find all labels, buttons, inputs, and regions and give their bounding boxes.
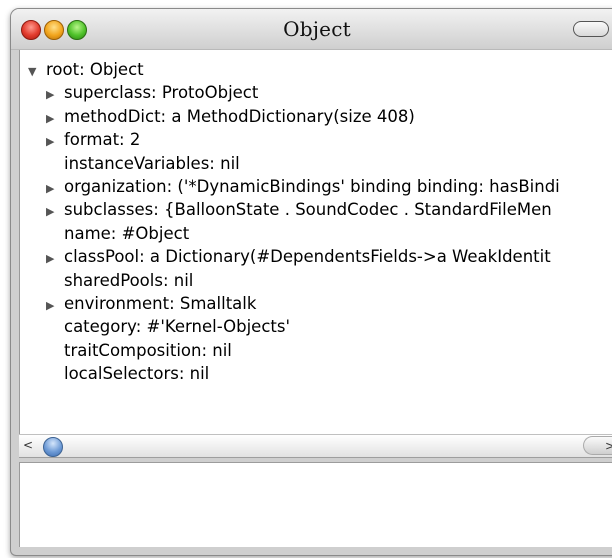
tree-row-label: environment: Smalltalk	[64, 294, 257, 313]
tree-row-label: format: 2	[64, 130, 141, 150]
tree-row[interactable]: instanceVariables: nil	[46, 152, 240, 175]
inspector-window: Object ▼ root: Object ▶ superclass: ProtoOb…	[10, 8, 612, 556]
triangle-right-icon[interactable]: ▶	[46, 83, 64, 106]
tree-row-label: subclasses: {BalloonState . SoundCodec .…	[64, 200, 552, 220]
triangle-down-icon[interactable]: ▼	[28, 60, 46, 83]
tree-row[interactable]: ▶ subclasses: {BalloonState . SoundCodec …	[46, 198, 552, 221]
evaluator-pane[interactable]	[19, 462, 612, 547]
scroll-right-arrow[interactable]: >	[583, 436, 612, 455]
horizontal-scrollbar[interactable]: < >	[19, 434, 612, 458]
tree-row-label: instanceVariables: nil	[64, 153, 240, 173]
tree-row[interactable]: traitComposition: nil	[46, 339, 232, 362]
window-title: Object	[283, 17, 351, 41]
tree-row[interactable]: ▶ organization: ('*DynamicBindings' bindi…	[46, 175, 560, 198]
tree-row[interactable]: ▶ classPool: a Dictionary(#DependentsFiel…	[46, 245, 551, 268]
scroll-left-arrow[interactable]: <	[22, 438, 34, 452]
tree-row-label: traitComposition: nil	[64, 340, 232, 360]
triangle-right-icon[interactable]: ▶	[46, 294, 64, 317]
tree-row[interactable]: ▶ format: 2	[46, 128, 140, 151]
tree-row-label: name: #Object	[64, 223, 190, 243]
tree-row[interactable]: localSelectors: nil	[46, 362, 209, 385]
triangle-right-icon[interactable]: ▶	[46, 177, 64, 200]
tree-row-label: methodDict: a MethodDictionary(size 408)	[64, 106, 415, 126]
tree-row[interactable]: ▶ superclass: ProtoObject	[46, 81, 258, 104]
tree-row-label: organization: ('*DynamicBindings' bindin…	[64, 177, 560, 196]
scroll-thumb[interactable]	[43, 437, 63, 457]
tree-row[interactable]: sharedPools: nil	[46, 269, 193, 292]
tree-row[interactable]: ▶ environment: Smalltalk	[46, 292, 256, 315]
tree-row[interactable]: ▶ methodDict: a MethodDictionary(size 408…	[46, 105, 415, 128]
tree-row[interactable]: category: #'Kernel-Objects'	[46, 315, 290, 338]
tree-row-label: localSelectors: nil	[64, 364, 210, 384]
triangle-right-icon[interactable]: ▶	[46, 130, 64, 153]
triangle-right-icon[interactable]: ▶	[46, 200, 64, 223]
toolbar-toggle-button[interactable]	[573, 21, 609, 37]
tree-row[interactable]: ▼ root: Object	[28, 58, 144, 81]
tree-row-label: sharedPools: nil	[64, 270, 194, 290]
triangle-right-icon[interactable]: ▶	[46, 107, 64, 130]
object-tree-pane[interactable]: ▼ root: Object ▶ superclass: ProtoObject ▶ me…	[19, 50, 612, 434]
tree-row-label: classPool: a Dictionary(#DependentsField…	[64, 247, 551, 267]
triangle-right-icon[interactable]: ▶	[46, 247, 64, 270]
title-bar[interactable]: Object	[11, 9, 612, 50]
tree-row-label: root: Object	[46, 60, 144, 79]
tree-row[interactable]: name: #Object	[46, 222, 189, 245]
tree-row-label: superclass: ProtoObject	[64, 83, 259, 103]
tree-row-label: category: #'Kernel-Objects'	[64, 317, 291, 337]
